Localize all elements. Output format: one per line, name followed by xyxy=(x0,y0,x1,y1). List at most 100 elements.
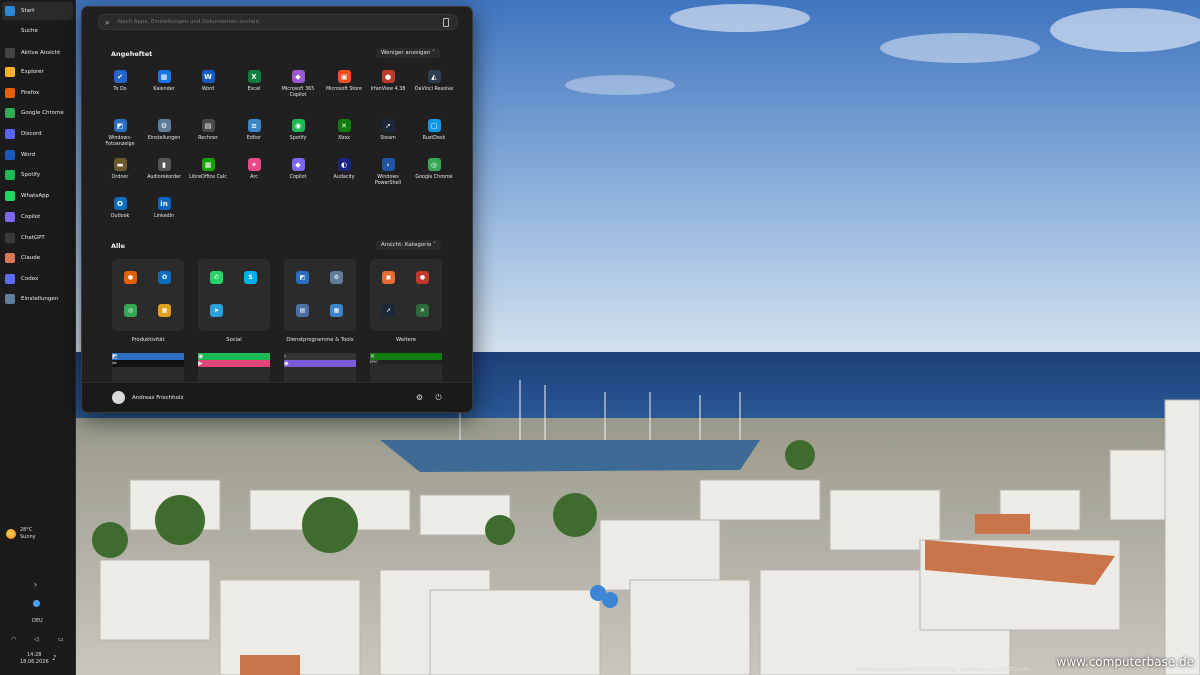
pinned-app-windows-powershell[interactable]: › Windows PowerShell xyxy=(366,158,410,192)
pinned-app-steam[interactable]: ➚ Steam xyxy=(366,119,410,153)
taskbar-item-copilot[interactable]: Copilot xyxy=(2,208,73,226)
battery-icon[interactable]: ▭ xyxy=(58,636,64,643)
outlook-icon[interactable]: O xyxy=(158,271,171,284)
category-folder-produktivit-t[interactable]: ● O ◎ ▦ xyxy=(112,259,184,331)
copilot-icon xyxy=(5,212,15,222)
pinned-app-spotify[interactable]: ◉ Spotify xyxy=(276,119,320,153)
taskbar-item-codex[interactable]: Codex xyxy=(2,270,73,288)
taskbar-item-aktive-ansicht[interactable]: Aktive Ansicht xyxy=(2,44,73,62)
taskbar-item-einstellungen[interactable]: Einstellungen xyxy=(2,290,73,308)
spotify-icon[interactable]: ◉ xyxy=(198,353,270,360)
apps-icon[interactable]: ▦ xyxy=(330,304,343,317)
pinned-app-google-chrome[interactable]: ◎ Google Chrome xyxy=(412,158,456,192)
category-folder-partial[interactable]: ◉ ▶ xyxy=(198,353,270,383)
icon-glyph: ▣ xyxy=(340,72,348,81)
pinned-app-libreoffice-calc[interactable]: ▦ LibreOffice Calc xyxy=(186,158,230,192)
pinned-app-arc[interactable]: ✦ Arc xyxy=(232,158,276,192)
settings-icon[interactable]: ⚙ xyxy=(415,393,424,402)
taskbar-item-word[interactable]: Word xyxy=(2,146,73,164)
terminal-icon[interactable]: › xyxy=(284,353,356,360)
taskbar-item-explorer[interactable]: Explorer xyxy=(2,63,73,81)
steam-icon[interactable]: ➚ xyxy=(382,304,395,317)
taskbar-item-spotify[interactable]: Spotify xyxy=(2,166,73,184)
skype-icon[interactable]: S xyxy=(244,271,257,284)
obsidian-icon[interactable]: ◆ xyxy=(284,360,356,367)
firefox-icon[interactable]: ● xyxy=(124,271,137,284)
pinned-app-linkedin[interactable]: in LinkedIn xyxy=(142,197,186,231)
chevron-right-icon[interactable]: › xyxy=(34,580,37,589)
pinned-app-windows-fotoanzeige[interactable]: ◩ Windows-Fotoanzeige xyxy=(98,119,142,153)
user-avatar[interactable] xyxy=(112,391,125,404)
search-box[interactable]: ⌕ xyxy=(98,14,458,30)
language-indicator[interactable]: DEU xyxy=(32,618,43,624)
clock-date[interactable]: 18.06.2026 xyxy=(20,659,49,665)
category-folder-weitere[interactable]: ▣ ● ➚ ✕ xyxy=(370,259,442,331)
show-less-button[interactable]: Weniger anzeigen ˄ xyxy=(376,48,440,58)
search-input[interactable] xyxy=(118,19,438,25)
taskbar-item-whatsapp[interactable]: WhatsApp xyxy=(2,187,73,205)
folder-icon xyxy=(5,67,15,77)
pinned-app-irfanview-4-38[interactable]: ● IrfanView 4.38 xyxy=(366,70,410,104)
pinned-app-to-do[interactable]: ✔ To Do xyxy=(98,70,142,104)
pinned-app-einstellungen[interactable]: ⚙ Einstellungen xyxy=(142,119,186,153)
pinned-app-audiorekorder[interactable]: ▮ Audiorekorder xyxy=(142,158,186,192)
taskbar-item-google-chrome[interactable]: Google Chrome xyxy=(2,104,73,122)
pinned-app-excel[interactable]: X Excel xyxy=(232,70,276,104)
taskbar-item-suche[interactable]: Suche xyxy=(2,22,73,40)
taskbar-item-discord[interactable]: Discord xyxy=(2,125,73,143)
phone-link-icon[interactable] xyxy=(443,17,449,27)
pinned-app-rechner[interactable]: ▤ Rechner xyxy=(186,119,230,153)
pinned-app-microsoft-store[interactable]: ▣ Microsoft Store xyxy=(322,70,366,104)
view-category-button[interactable]: Ansicht: Kategorie ˅ xyxy=(376,240,441,250)
epic-games-icon[interactable]: EPIC xyxy=(370,360,442,364)
pinned-app-copilot[interactable]: ◆ Copilot xyxy=(276,158,320,192)
notification-bell-icon[interactable]: ♪ xyxy=(52,654,56,662)
telegram-icon[interactable]: ➤ xyxy=(210,304,223,317)
app-label: Microsoft Store xyxy=(325,87,363,92)
wifi-icon[interactable]: ◠ xyxy=(11,636,16,643)
user-name[interactable]: Andreas Frischholz xyxy=(132,395,183,401)
pinned-app-kalender[interactable]: ▦ Kalender xyxy=(142,70,186,104)
pinned-app-rustdesk[interactable]: ▢ RustDesk xyxy=(412,119,456,153)
taskbar-item-chatgpt[interactable]: ChatGPT xyxy=(2,229,73,247)
media-player-icon[interactable]: ▶ xyxy=(198,360,270,367)
power-icon[interactable]: ⏻ xyxy=(434,393,443,402)
photo-viewer-icon[interactable]: ◩ xyxy=(296,271,309,284)
photo-viewer-icon[interactable]: ◩ xyxy=(112,353,184,360)
taskbar-item-firefox[interactable]: Firefox xyxy=(2,84,73,102)
settings-icon[interactable]: ⚙ xyxy=(330,271,343,284)
category-folder-dienstprogramme-tools[interactable]: ◩ ⚙ ▤ ▦ xyxy=(284,259,356,331)
volume-icon[interactable]: ◁ xyxy=(34,636,39,643)
app-label: Google Chrome xyxy=(415,175,453,180)
category-folder-partial[interactable]: ◩ ✂ xyxy=(112,353,184,383)
irfanview-icon[interactable]: ● xyxy=(416,271,429,284)
all-section-title: Alle xyxy=(111,242,125,250)
pinned-app-xbox[interactable]: ✕ Xbox xyxy=(322,119,366,153)
pinned-app-editor[interactable]: ≡ Editor xyxy=(232,119,276,153)
taskbar-item-claude[interactable]: Claude xyxy=(2,249,73,267)
calculator-icon[interactable]: ▤ xyxy=(296,304,309,317)
outlook-icon: O xyxy=(113,197,127,210)
pinned-app-davinci-resolve[interactable]: ◭ DaVinci Resolve xyxy=(412,70,456,104)
capcut-icon[interactable]: ✂ xyxy=(112,360,184,367)
whatsapp-icon[interactable]: ✆ xyxy=(210,271,223,284)
onedrive-icon[interactable] xyxy=(33,600,40,607)
category-folder-partial[interactable]: ✕ EPIC xyxy=(370,353,442,383)
category-folder-social[interactable]: ✆ S ➤ xyxy=(198,259,270,331)
pinned-app-audacity[interactable]: ◐ Audacity xyxy=(322,158,366,192)
category-folder-partial[interactable]: › ◆ xyxy=(284,353,356,383)
taskbar-item-start[interactable]: Start xyxy=(2,2,73,20)
clock-time[interactable]: 14:28 xyxy=(27,652,41,658)
pinned-app-word[interactable]: W Word xyxy=(186,70,230,104)
pinned-app-microsoft-365-copilot[interactable]: ◆ Microsoft 365 Copilot xyxy=(276,70,320,104)
icon-glyph: ▣ xyxy=(385,274,392,281)
apps-icon[interactable]: ▦ xyxy=(158,304,171,317)
icon-glyph: ▦ xyxy=(333,307,340,314)
xbox-icon[interactable]: ✕ xyxy=(370,353,442,360)
chrome-icon[interactable]: ◎ xyxy=(124,304,137,317)
pinned-app-outlook[interactable]: O Outlook xyxy=(98,197,142,231)
xbox-icon[interactable]: ✕ xyxy=(416,304,429,317)
store-icon[interactable]: ▣ xyxy=(382,271,395,284)
weather-widget[interactable]: 28°C Sunny xyxy=(6,527,36,541)
pinned-app-ordner[interactable]: ▬ Ordner xyxy=(98,158,142,192)
